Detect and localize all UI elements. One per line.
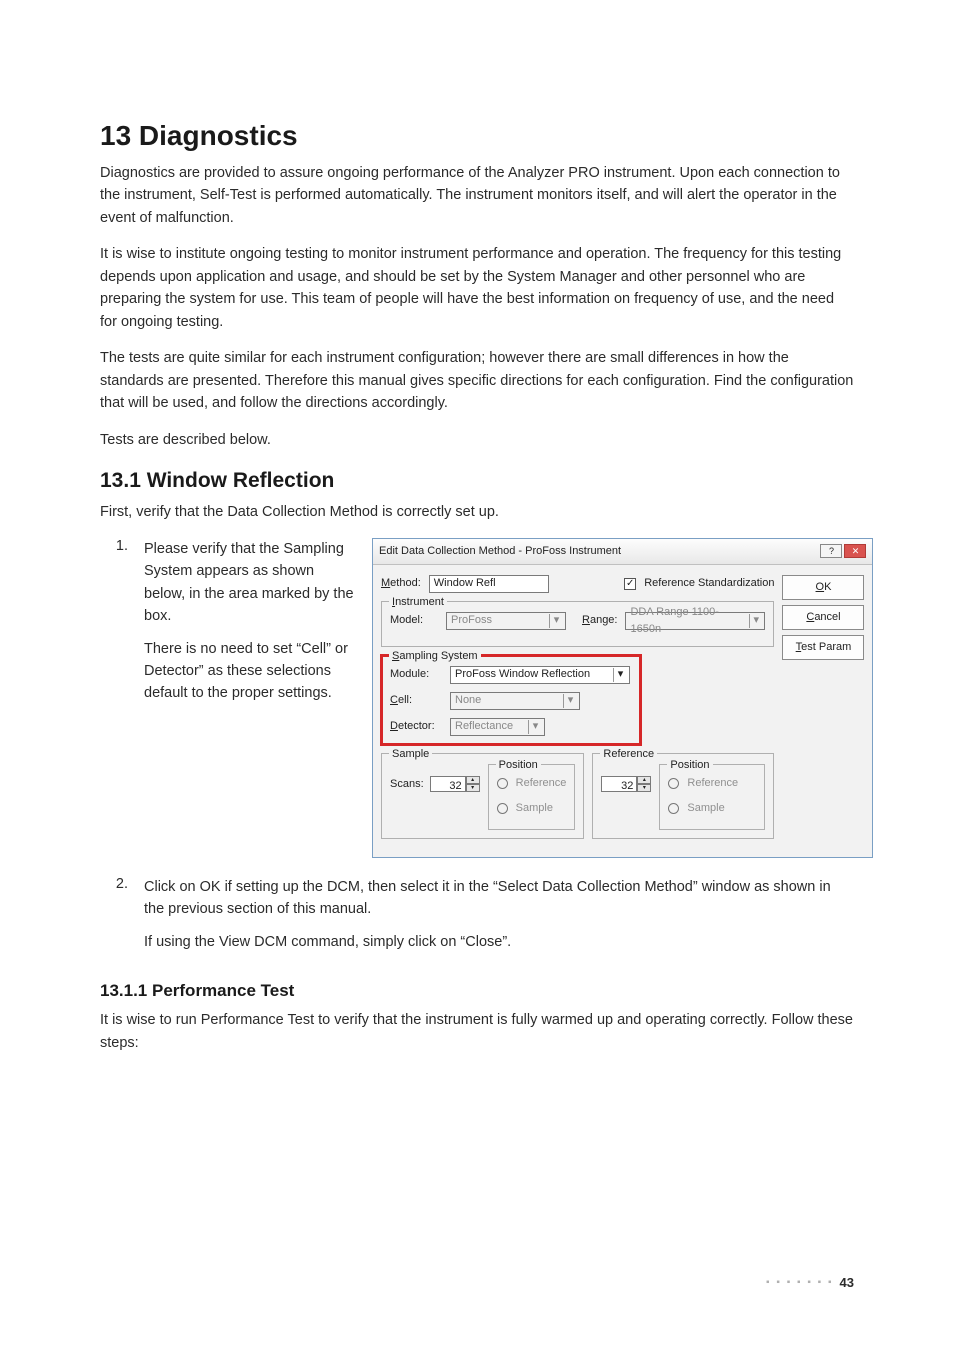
sample-scans-label: Scans: xyxy=(390,776,424,793)
method-input[interactable]: Window Refl xyxy=(429,575,549,593)
heading-1: 13 Diagnostics xyxy=(100,120,854,152)
step-1-number: 1. xyxy=(100,538,144,554)
chevron-down-icon: ▾ xyxy=(749,614,763,628)
chevron-up-icon[interactable]: ▴ xyxy=(466,776,480,784)
step-1-text-2: There is no need to set “Cell” or Detect… xyxy=(144,638,354,705)
help-button[interactable]: ? xyxy=(820,544,842,558)
step-2-number: 2. xyxy=(100,876,144,892)
cell-select[interactable]: None▾ xyxy=(450,692,580,710)
footer-dots: ▪ ▪ ▪ ▪ ▪ ▪ ▪ xyxy=(766,1277,833,1288)
heading-2: 13.1 Window Reflection xyxy=(100,469,854,493)
paragraph-4: Tests are described below. xyxy=(100,429,854,451)
chevron-down-icon: ▾ xyxy=(528,720,542,734)
sample-pos-reference-radio[interactable] xyxy=(497,778,508,789)
reference-position-fieldset: Position Reference Sample xyxy=(659,764,765,830)
paragraph-6: It is wise to run Performance Test to ve… xyxy=(100,1009,854,1054)
method-label: Method: xyxy=(381,575,421,592)
module-select[interactable]: ProFoss Window Reflection▾ xyxy=(450,666,630,684)
edit-dcm-dialog: Edit Data Collection Method - ProFoss In… xyxy=(372,538,873,858)
chevron-down-icon[interactable]: ▾ xyxy=(637,784,651,792)
range-label: Range: xyxy=(582,612,617,629)
module-label: Module: xyxy=(390,666,442,683)
chevron-down-icon[interactable]: ▾ xyxy=(466,784,480,792)
refstd-checkbox[interactable]: ✓ xyxy=(624,578,636,590)
paragraph-5: First, verify that the Data Collection M… xyxy=(100,501,854,523)
model-label: Model: xyxy=(390,612,438,629)
paragraph-3: The tests are quite similar for each ins… xyxy=(100,347,854,414)
paragraph-2: It is wise to institute ongoing testing … xyxy=(100,243,854,333)
detector-label: Detector: xyxy=(390,718,442,735)
reference-fieldset: Reference 32 ▴▾ Posit xyxy=(592,753,774,839)
detector-select[interactable]: Reflectance▾ xyxy=(450,718,545,736)
chevron-down-icon: ▾ xyxy=(613,668,627,682)
step-2-text-1: Click on OK if setting up the DCM, then … xyxy=(144,876,854,921)
page-number: 43 xyxy=(840,1275,854,1290)
heading-3: 13.1.1 Performance Test xyxy=(100,981,854,1001)
close-button[interactable]: ✕ xyxy=(844,544,866,558)
paragraph-1: Diagnostics are provided to assure ongoi… xyxy=(100,162,854,229)
page-footer: ▪ ▪ ▪ ▪ ▪ ▪ ▪ 43 xyxy=(766,1275,854,1290)
range-select[interactable]: DDA Range 1100-1650n▾ xyxy=(625,612,765,630)
ok-button[interactable]: OK xyxy=(782,575,864,600)
test-param-button[interactable]: Test Param xyxy=(782,635,864,660)
sample-fieldset: Sample Scans: 32 ▴▾ xyxy=(381,753,584,839)
chevron-up-icon[interactable]: ▴ xyxy=(637,776,651,784)
sampling-system-fieldset: Sampling System Module: ProFoss Window R… xyxy=(381,655,641,745)
sample-pos-sample-radio[interactable] xyxy=(497,803,508,814)
sample-scans-stepper[interactable]: 32 ▴▾ xyxy=(430,776,480,792)
step-2-text-2: If using the View DCM command, simply cl… xyxy=(144,931,854,953)
refstd-label: Reference Standardization xyxy=(644,575,774,592)
model-select[interactable]: ProFoss▾ xyxy=(446,612,566,630)
ref-pos-reference-radio[interactable] xyxy=(668,778,679,789)
cancel-button[interactable]: Cancel xyxy=(782,605,864,630)
chevron-down-icon: ▾ xyxy=(549,614,563,628)
chevron-down-icon: ▾ xyxy=(563,694,577,708)
sample-position-fieldset: Position Reference Sample xyxy=(488,764,576,830)
step-1-text-1: Please verify that the Sampling System a… xyxy=(144,538,354,628)
ref-pos-sample-radio[interactable] xyxy=(668,803,679,814)
instrument-fieldset: Instrument Model: ProFoss▾ Range: DDA Ra… xyxy=(381,601,774,647)
cell-label: Cell: xyxy=(390,692,442,709)
dialog-title: Edit Data Collection Method - ProFoss In… xyxy=(379,543,621,560)
reference-scans-stepper[interactable]: 32 ▴▾ xyxy=(601,776,651,792)
